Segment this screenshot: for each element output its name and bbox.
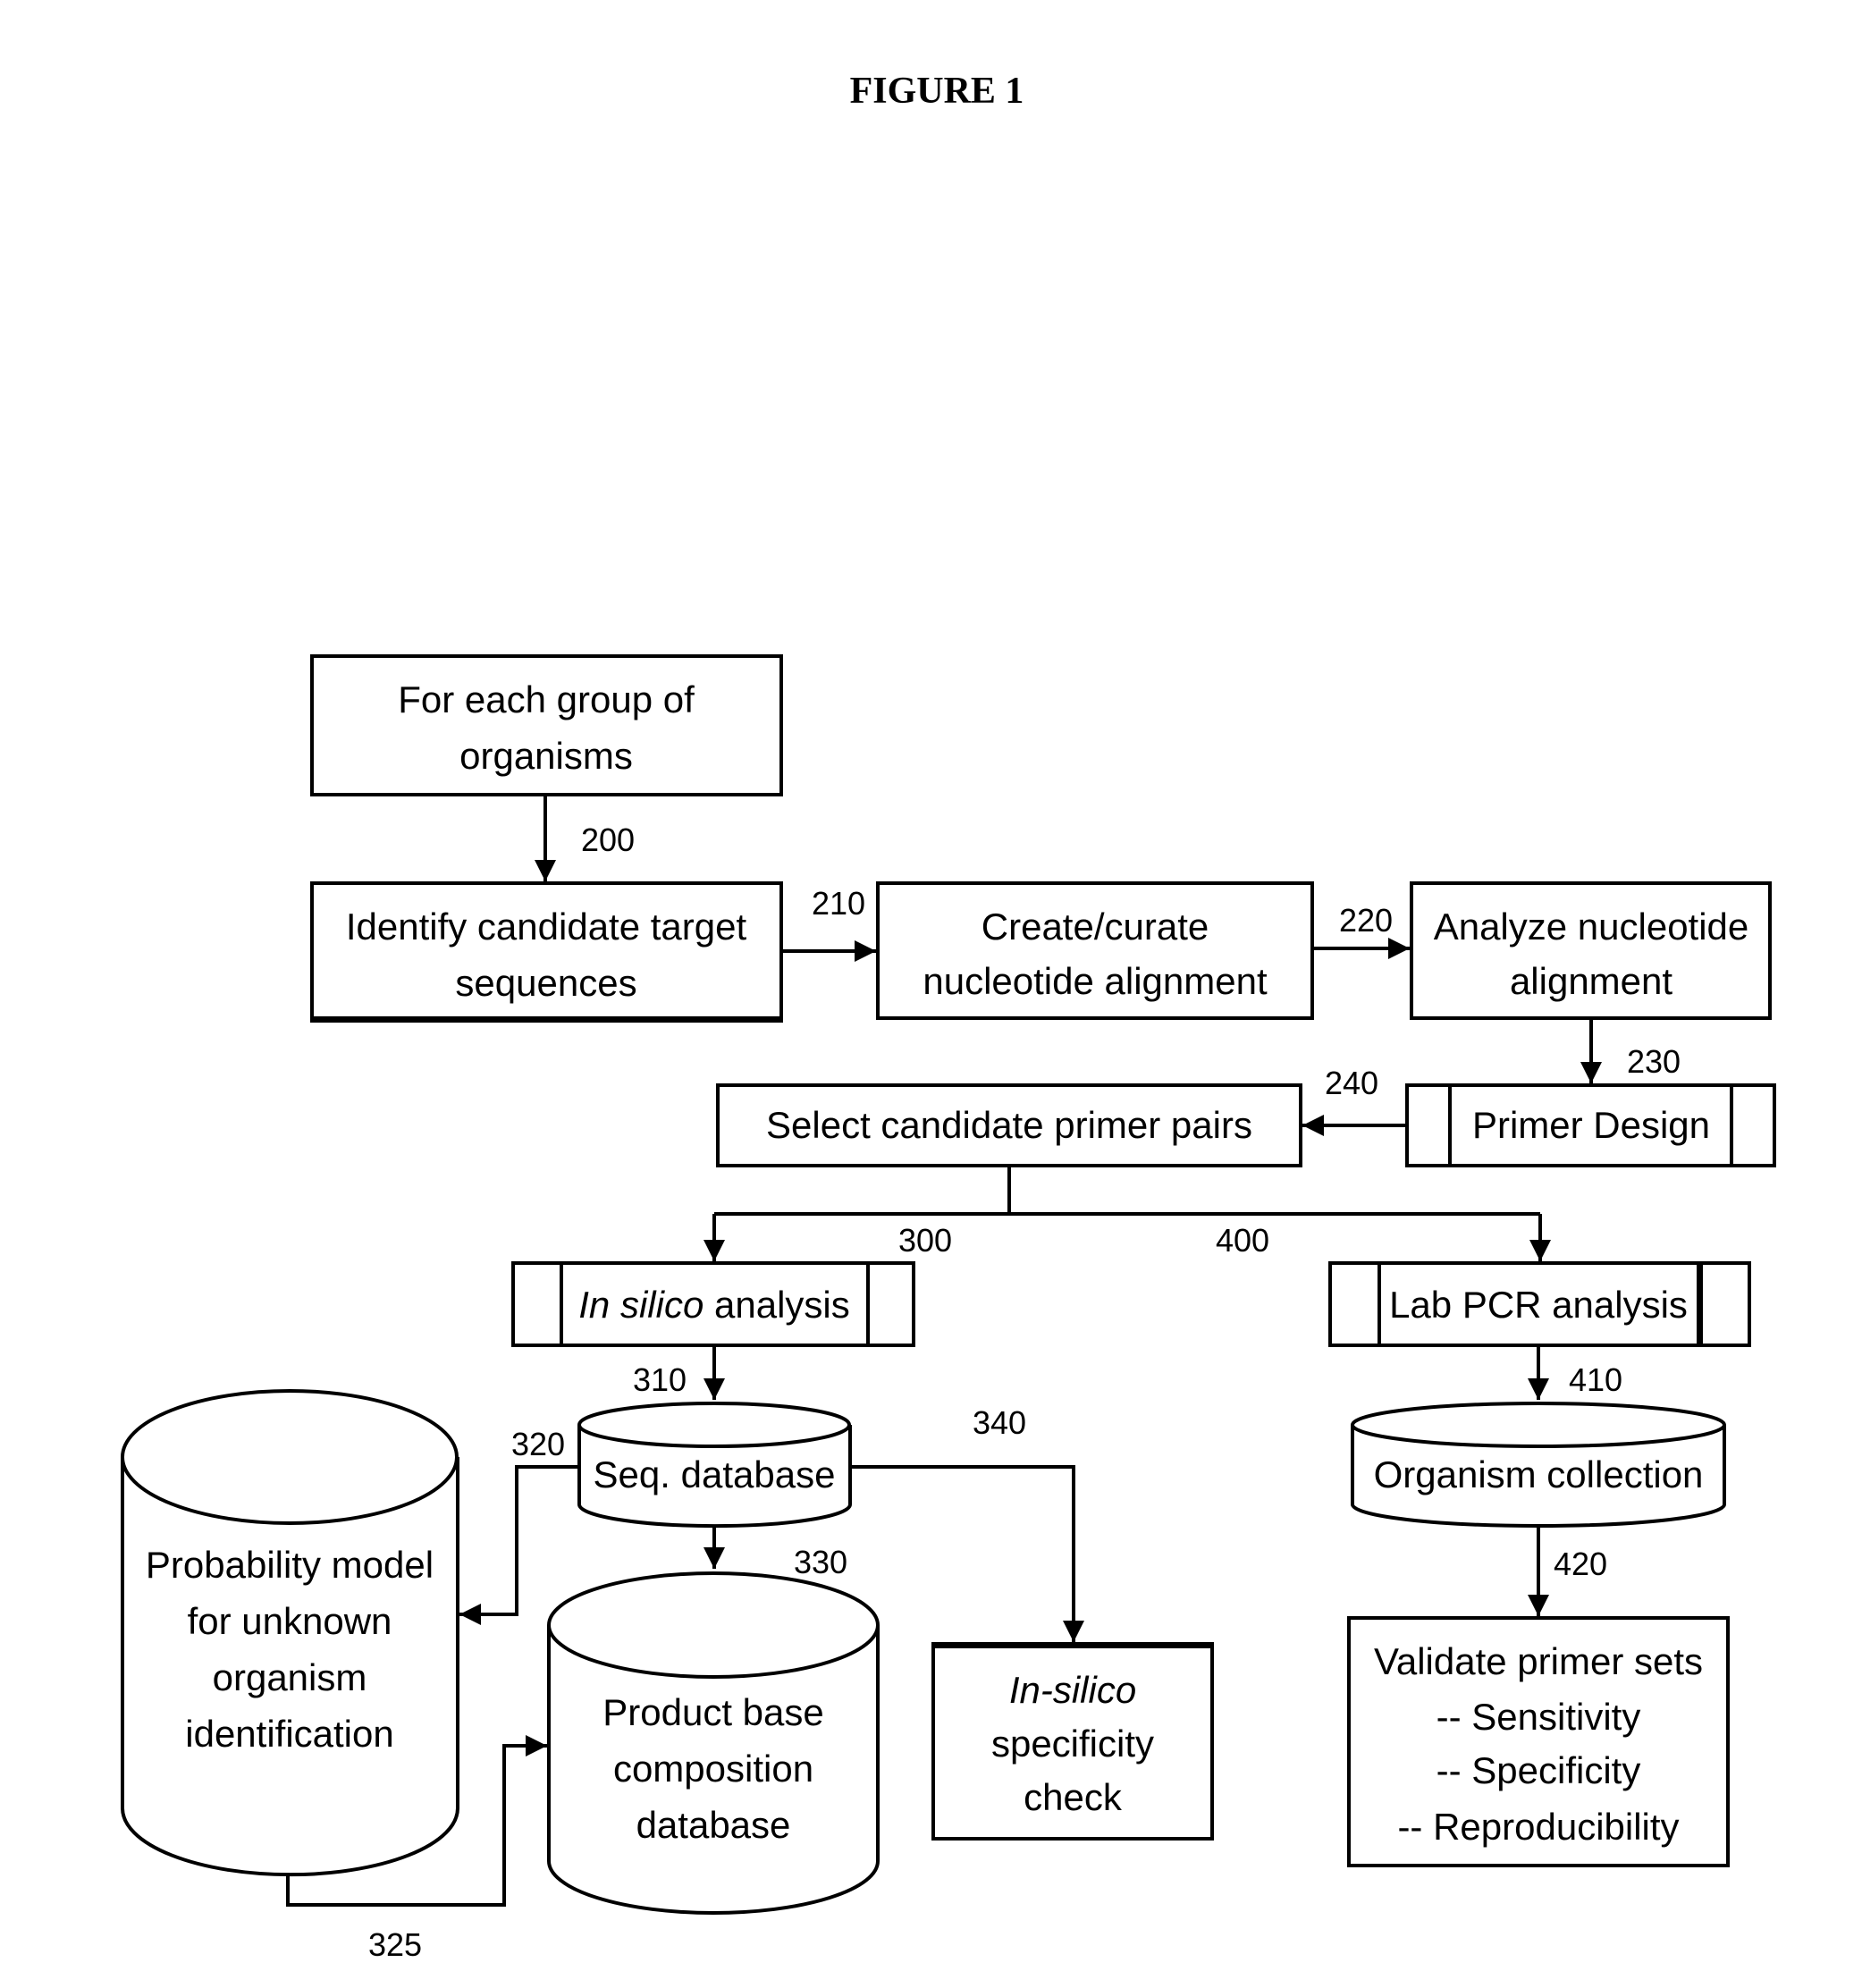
node-text: Validate primer sets: [1374, 1640, 1703, 1682]
node-text: identification: [185, 1713, 393, 1755]
node-probability-model: Probability model for unknown organism i…: [121, 1389, 459, 1877]
node-text: database: [636, 1804, 791, 1846]
node-text: nucleotide alignment: [923, 960, 1268, 1002]
node-in-silico-specificity-check: In-silico specificity check: [931, 1642, 1214, 1841]
node-text: Probability model: [146, 1544, 434, 1586]
step-number-240: 240: [1325, 1065, 1378, 1101]
node-text: check: [1024, 1776, 1123, 1818]
node-text: Organism collection: [1374, 1453, 1704, 1495]
node-text-rest: analysis: [704, 1284, 849, 1326]
step-number-330: 330: [794, 1544, 847, 1580]
figure-title: FIGURE 1: [850, 71, 1024, 112]
node-text: Create/curate: [982, 906, 1209, 948]
node-text: -- Specificity: [1437, 1749, 1641, 1791]
node-text: alignment: [1510, 960, 1672, 1002]
arrow-320: [459, 1465, 579, 1625]
step-number-420: 420: [1554, 1546, 1607, 1582]
flowchart: FIGURE 1 For each group of organisms 200…: [121, 71, 1776, 1963]
node-text: Seq. database: [594, 1453, 836, 1495]
node-text: -- Sensitivity: [1437, 1696, 1641, 1738]
node-create-curate-alignment: Create/curate nucleotide alignment: [876, 881, 1314, 1020]
node-text: for unknown: [188, 1600, 392, 1642]
node-lab-pcr-analysis: Lab PCR analysis: [1328, 1261, 1751, 1347]
node-text: -- Reproducibility: [1397, 1806, 1679, 1848]
node-text: For each group of: [398, 678, 695, 720]
step-number-230: 230: [1627, 1043, 1681, 1080]
node-organism-collection: Organism collection: [1351, 1402, 1726, 1528]
node-analyze-alignment: Analyze nucleotide alignment: [1410, 881, 1772, 1020]
node-seq-database: Seq. database: [577, 1402, 852, 1529]
node-text: Product base: [602, 1691, 824, 1733]
node-validate-primer-sets: Validate primer sets -- Sensitivity -- S…: [1347, 1616, 1730, 1867]
step-number-210: 210: [812, 885, 865, 922]
step-number-310: 310: [633, 1361, 687, 1398]
step-number-410: 410: [1569, 1361, 1622, 1398]
node-text: specificity: [991, 1723, 1154, 1765]
node-text-italic: In-silico: [1009, 1669, 1136, 1711]
node-text: In silico analysis: [578, 1284, 849, 1326]
arrow-340: [850, 1465, 1084, 1642]
step-number-200: 200: [581, 821, 635, 858]
step-number-320: 320: [511, 1426, 565, 1462]
italic-text: In silico: [578, 1284, 704, 1326]
node-text: Select candidate primer pairs: [766, 1104, 1252, 1146]
node-group-of-organisms: For each group of organisms: [310, 654, 783, 796]
step-number-325: 325: [368, 1926, 422, 1963]
step-number-300: 300: [898, 1222, 952, 1259]
node-text: organism: [213, 1656, 367, 1698]
node-primer-design: Primer Design: [1405, 1083, 1776, 1167]
node-product-base-composition-db: Product base composition database: [547, 1571, 880, 1915]
step-number-400: 400: [1216, 1222, 1269, 1259]
node-text: organisms: [459, 735, 633, 777]
node-text: composition: [613, 1748, 813, 1790]
step-number-340: 340: [973, 1404, 1026, 1441]
step-number-220: 220: [1339, 902, 1393, 939]
node-text: Analyze nucleotide: [1434, 906, 1749, 948]
node-text: Primer Design: [1472, 1104, 1710, 1146]
node-in-silico-analysis: In silico analysis: [511, 1261, 915, 1347]
node-text: Lab PCR analysis: [1389, 1284, 1688, 1326]
node-select-primer-pairs: Select candidate primer pairs: [716, 1083, 1302, 1167]
node-text: Identify candidate target: [346, 906, 747, 948]
node-text: sequences: [455, 962, 636, 1004]
node-identify-candidate-targets: Identify candidate target sequences: [310, 881, 783, 1023]
